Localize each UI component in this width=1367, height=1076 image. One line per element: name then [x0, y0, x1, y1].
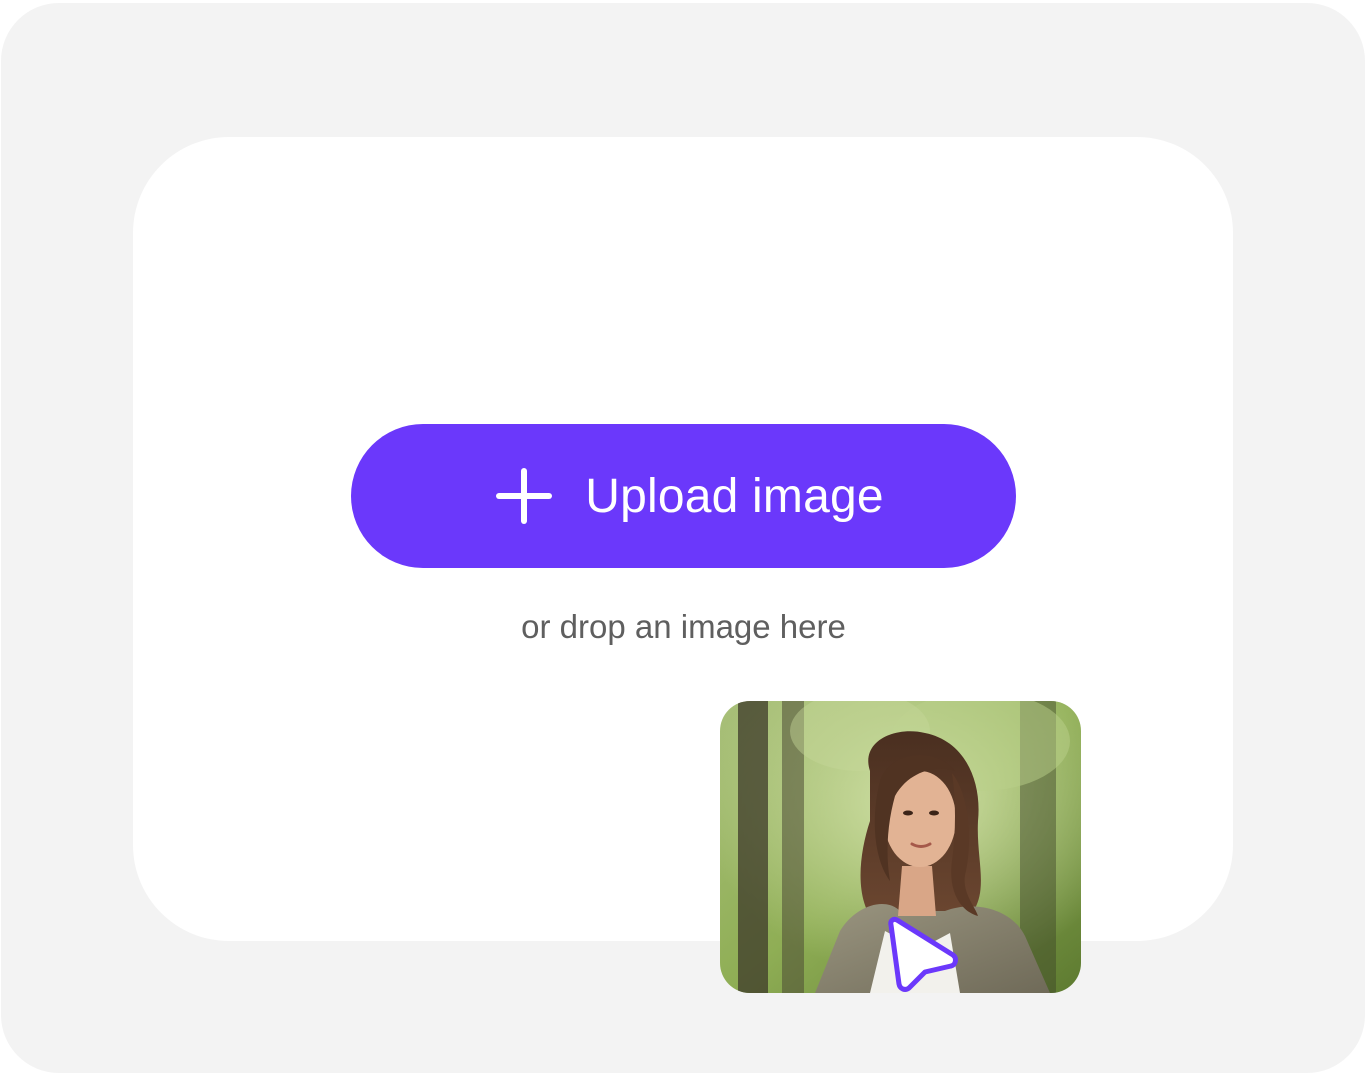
plus-icon: [496, 468, 553, 524]
pointer-cursor-icon: [888, 916, 958, 992]
drop-hint-text: or drop an image here: [521, 608, 846, 645]
upload-button-label: Upload image: [585, 469, 884, 523]
upload-image-button[interactable]: Upload image: [351, 424, 1016, 568]
